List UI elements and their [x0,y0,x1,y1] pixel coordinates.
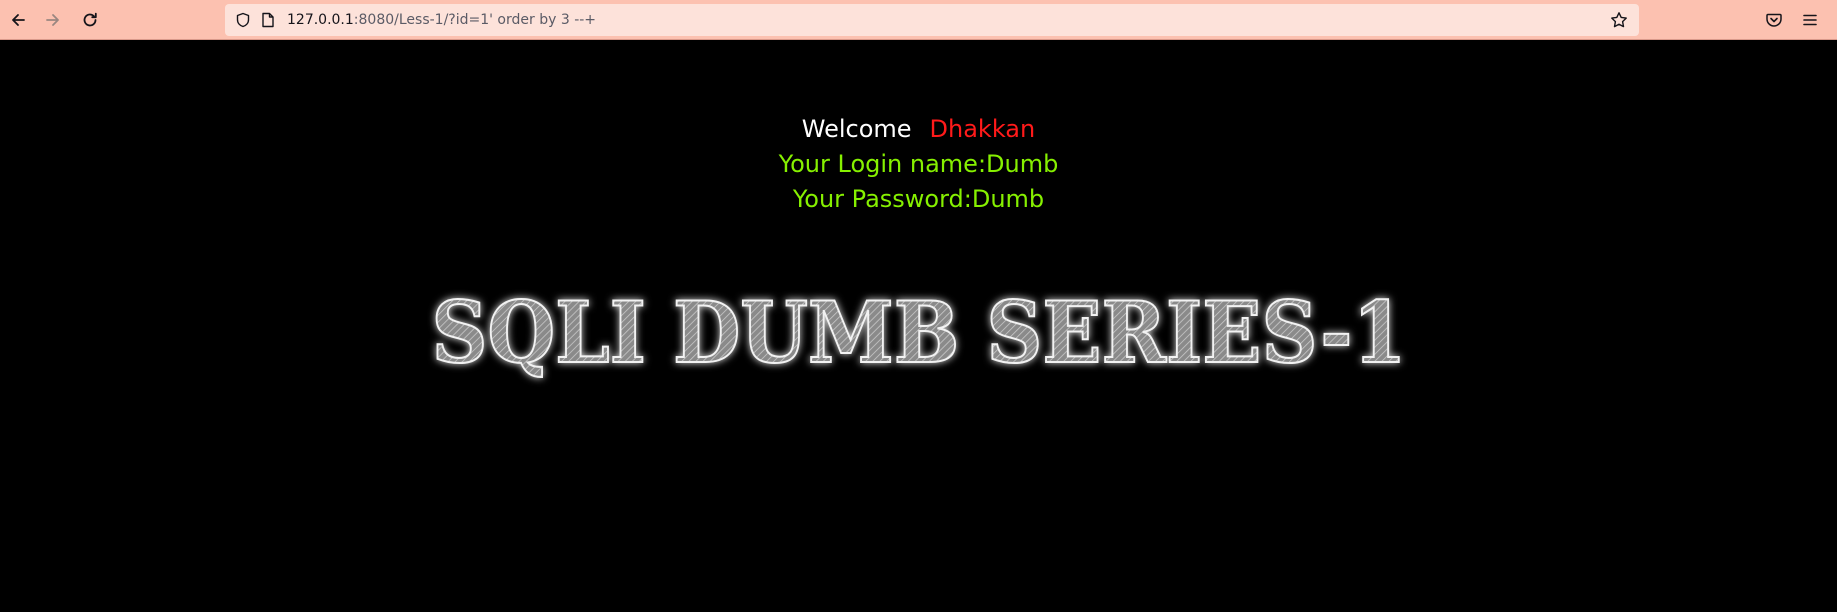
url-host: 127.0.0.1 [287,12,354,28]
url-path: :8080/Less-1/?id=1' order by 3 --+ [353,12,597,28]
pocket-icon [1765,11,1783,29]
arrow-left-icon [9,11,27,29]
back-button[interactable] [4,6,32,34]
page-content: Welcome Dhakkan Your Login name:Dumb Your… [0,40,1837,612]
forward-button[interactable] [39,6,67,34]
page-icon[interactable] [259,11,277,29]
url-bar[interactable]: 127.0.0.1:8080/Less-1/?id=1' order by 3 … [225,4,1639,36]
banner-title-graphic: SQLI DUMB SERIES-1 [430,282,1407,383]
welcome-word: Welcome [801,115,912,143]
banner-title-image: SQLI DUMB SERIES-1 [0,270,1837,394]
arrow-right-icon [44,11,62,29]
login-name-line: Your Login name:Dumb [778,150,1059,178]
reload-button[interactable] [76,6,104,34]
url-text[interactable]: 127.0.0.1:8080/Less-1/?id=1' order by 3 … [287,4,596,36]
welcome-line: Welcome Dhakkan [0,114,1837,144]
menu-button[interactable] [1796,6,1824,34]
welcome-name: Dhakkan [929,115,1036,143]
hamburger-menu-icon [1802,12,1818,28]
banner-text: SQLI DUMB SERIES-1 [431,283,1406,382]
shield-icon[interactable] [234,11,252,29]
browser-toolbar: 127.0.0.1:8080/Less-1/?id=1' order by 3 … [0,0,1837,40]
reload-icon [81,11,99,29]
password-line: Your Password:Dumb [792,185,1045,213]
pocket-button[interactable] [1760,6,1788,34]
star-icon[interactable] [1610,11,1628,29]
